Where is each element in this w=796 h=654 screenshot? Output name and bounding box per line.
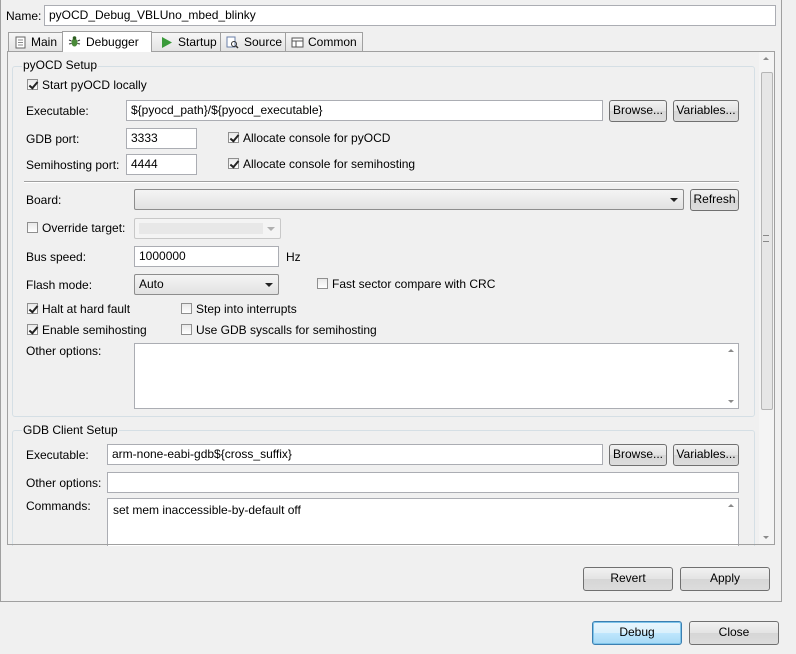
bus-speed-unit: Hz bbox=[286, 250, 301, 264]
revert-button[interactable]: Revert bbox=[583, 567, 673, 591]
tab-startup[interactable]: Startup bbox=[151, 32, 221, 51]
source-icon bbox=[226, 36, 239, 49]
name-label: Name: bbox=[6, 9, 42, 23]
frame-bottom-border bbox=[0, 601, 782, 602]
apply-button[interactable]: Apply bbox=[680, 567, 770, 591]
tab-debugger[interactable]: Debugger bbox=[62, 31, 152, 52]
bus-speed-label: Bus speed: bbox=[26, 250, 87, 264]
pyocd-executable-label: Executable: bbox=[26, 104, 89, 118]
gdb-other-options-input[interactable] bbox=[107, 472, 739, 493]
chevron-down-icon bbox=[670, 198, 678, 202]
pyocd-group-title: pyOCD Setup bbox=[22, 58, 99, 72]
enable-semihosting-checkbox[interactable] bbox=[27, 324, 38, 335]
step-interrupts-label: Step into interrupts bbox=[196, 302, 297, 316]
pyocd-executable-input[interactable]: ${pyocd_path}/${pyocd_executable} bbox=[126, 100, 603, 121]
bus-speed-input[interactable]: 1000000 bbox=[134, 246, 279, 267]
common-icon bbox=[291, 37, 304, 48]
gdb-other-options-label: Other options: bbox=[26, 476, 102, 490]
fast-sector-checkbox[interactable] bbox=[317, 278, 328, 289]
board-label: Board: bbox=[26, 193, 62, 207]
commands-value: set mem inaccessible-by-default off bbox=[113, 503, 301, 517]
gdb-port-label: GDB port: bbox=[26, 132, 80, 146]
scroll-up-icon[interactable] bbox=[763, 57, 769, 60]
chevron-down-icon bbox=[265, 283, 273, 287]
flash-mode-select[interactable]: Auto bbox=[134, 274, 279, 295]
frame-left-border bbox=[0, 0, 1, 602]
frame-right-border bbox=[781, 0, 782, 602]
commands-scrollbar[interactable] bbox=[724, 499, 738, 546]
semihosting-port-input[interactable]: 4444 bbox=[126, 154, 197, 175]
gdb-variables-button[interactable]: Variables... bbox=[673, 444, 739, 466]
gdb-group-title: GDB Client Setup bbox=[22, 423, 119, 437]
board-select[interactable] bbox=[134, 189, 684, 210]
semihosting-port-label: Semihosting port: bbox=[26, 158, 120, 172]
tab-source[interactable]: Source bbox=[220, 32, 286, 51]
scroll-up-icon[interactable] bbox=[728, 504, 734, 507]
panel-bottom-border bbox=[7, 544, 775, 545]
scroll-grip-icon bbox=[763, 235, 769, 242]
allocate-console-label: Allocate console for pyOCD bbox=[243, 131, 391, 145]
pyocd-variables-button[interactable]: Variables... bbox=[673, 100, 739, 122]
gdb-browse-button[interactable]: Browse... bbox=[609, 444, 667, 466]
debugger-bug-icon bbox=[68, 36, 81, 47]
panel-scrollbar[interactable] bbox=[759, 52, 774, 544]
flash-mode-label: Flash mode: bbox=[26, 278, 93, 292]
override-target-disabled-fill bbox=[139, 223, 263, 234]
pyocd-other-options-label: Other options: bbox=[26, 344, 102, 358]
allocate-semihosting-checkbox[interactable] bbox=[228, 158, 239, 169]
gdb-port-input[interactable]: 3333 bbox=[126, 128, 197, 149]
name-input[interactable]: pyOCD_Debug_VBLUno_mbed_blinky bbox=[44, 5, 776, 26]
fast-sector-label: Fast sector compare with CRC bbox=[332, 277, 496, 291]
debug-button[interactable]: Debug bbox=[592, 621, 682, 645]
scroll-up-icon[interactable] bbox=[728, 349, 734, 352]
close-button[interactable]: Close bbox=[689, 621, 779, 645]
tab-common-label: Common bbox=[308, 35, 357, 49]
halt-hard-fault-label: Halt at hard fault bbox=[42, 302, 131, 316]
pyocd-options-scrollbar[interactable] bbox=[724, 344, 738, 408]
start-pyocd-checkbox[interactable] bbox=[27, 79, 38, 90]
gdb-executable-input[interactable]: arm-none-eabi-gdb${cross_suffix} bbox=[107, 444, 603, 465]
start-pyocd-label: Start pyOCD locally bbox=[42, 78, 147, 92]
pyocd-separator bbox=[24, 181, 739, 183]
main-tab-icon bbox=[15, 36, 26, 49]
scroll-down-icon[interactable] bbox=[728, 400, 734, 403]
tab-main[interactable]: Main bbox=[8, 32, 63, 51]
tab-debugger-label: Debugger bbox=[86, 35, 139, 49]
gdb-executable-label: Executable: bbox=[26, 448, 89, 462]
gdb-syscalls-label: Use GDB syscalls for semihosting bbox=[196, 323, 377, 337]
override-target-select bbox=[134, 218, 281, 239]
allocate-semihosting-label: Allocate console for semihosting bbox=[243, 157, 416, 171]
pyocd-other-options-textarea[interactable] bbox=[134, 343, 739, 409]
flash-mode-value: Auto bbox=[139, 277, 164, 291]
enable-semihosting-label: Enable semihosting bbox=[42, 323, 147, 337]
gdb-syscalls-checkbox[interactable] bbox=[181, 324, 192, 335]
override-target-checkbox[interactable] bbox=[27, 222, 38, 233]
refresh-button[interactable]: Refresh bbox=[690, 189, 739, 211]
commands-textarea[interactable]: set mem inaccessible-by-default off bbox=[107, 498, 739, 546]
startup-play-icon bbox=[162, 37, 172, 48]
chevron-down-icon bbox=[267, 227, 275, 231]
scroll-down-icon[interactable] bbox=[763, 536, 769, 539]
tab-source-label: Source bbox=[244, 35, 283, 49]
allocate-console-checkbox[interactable] bbox=[228, 132, 239, 143]
pyocd-browse-button[interactable]: Browse... bbox=[609, 100, 667, 122]
commands-label: Commands: bbox=[26, 499, 91, 513]
tab-startup-label: Startup bbox=[178, 35, 217, 49]
halt-hard-fault-checkbox[interactable] bbox=[27, 303, 38, 314]
override-target-label: Override target: bbox=[42, 221, 126, 235]
step-interrupts-checkbox[interactable] bbox=[181, 303, 192, 314]
tab-main-label: Main bbox=[31, 35, 58, 49]
tab-common[interactable]: Common bbox=[285, 32, 363, 51]
